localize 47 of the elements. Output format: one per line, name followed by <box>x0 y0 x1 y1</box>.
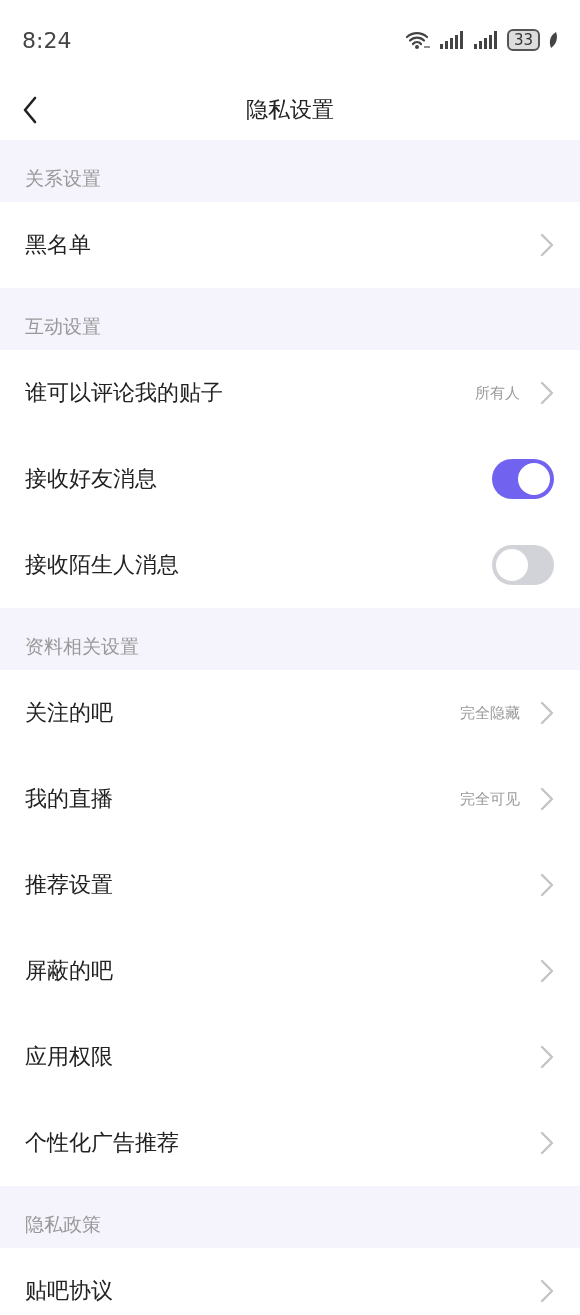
leaf-icon <box>548 31 558 49</box>
chevron-icon <box>540 233 554 257</box>
chevron-icon <box>540 873 554 897</box>
chevron-icon <box>540 1279 554 1303</box>
signal-icon <box>472 30 499 50</box>
row-label: 屏蔽的吧 <box>25 957 114 985</box>
row-value: 所有人 <box>475 383 520 403</box>
settings-row[interactable]: 接收陌生人消息 <box>0 522 580 608</box>
section-header: 资料相关设置 <box>25 634 139 659</box>
settings-row[interactable]: 贴吧协议 <box>0 1248 580 1315</box>
settings-row[interactable]: 谁可以评论我的贴子 所有人 <box>0 350 580 436</box>
row-label: 我的直播 <box>25 785 114 813</box>
row-label: 谁可以评论我的贴子 <box>25 379 224 407</box>
settings-row[interactable]: 接收好友消息 <box>0 436 580 522</box>
chevron-icon <box>540 787 554 811</box>
row-label: 推荐设置 <box>25 871 114 899</box>
row-label: 黑名单 <box>25 231 92 259</box>
section-header: 互动设置 <box>25 314 101 339</box>
row-label: 贴吧协议 <box>25 1277 114 1305</box>
row-label: 接收陌生人消息 <box>25 551 180 579</box>
chevron-icon <box>540 701 554 725</box>
chevron-icon <box>540 1045 554 1069</box>
settings-row[interactable]: 推荐设置 <box>0 842 580 928</box>
chevron-icon <box>540 1131 554 1155</box>
settings-row[interactable]: 应用权限 <box>0 1014 580 1100</box>
toggle-switch[interactable] <box>492 459 554 499</box>
page-title: 隐私设置 <box>246 96 334 124</box>
section-header: 关系设置 <box>25 166 101 191</box>
row-label: 应用权限 <box>25 1043 114 1071</box>
settings-row[interactable]: 关注的吧 完全隐藏 <box>0 670 580 756</box>
settings-row[interactable]: 我的直播 完全可见 <box>0 756 580 842</box>
wifi-icon <box>404 30 431 50</box>
signal-icon <box>438 30 465 50</box>
row-value: 完全可见 <box>460 789 520 809</box>
section-header: 隐私政策 <box>25 1212 101 1237</box>
chevron-icon <box>540 959 554 983</box>
status-time: 8:24 <box>22 27 72 53</box>
row-label: 个性化广告推荐 <box>25 1129 180 1157</box>
chevron-icon <box>540 381 554 405</box>
battery-level: 33 <box>506 29 540 51</box>
settings-row[interactable]: 屏蔽的吧 <box>0 928 580 1014</box>
settings-row[interactable]: 黑名单 <box>0 202 580 288</box>
toggle-switch[interactable] <box>492 545 554 585</box>
row-label: 关注的吧 <box>25 699 114 727</box>
row-label: 接收好友消息 <box>25 465 158 493</box>
row-value: 完全隐藏 <box>460 703 520 723</box>
settings-row[interactable]: 个性化广告推荐 <box>0 1100 580 1186</box>
